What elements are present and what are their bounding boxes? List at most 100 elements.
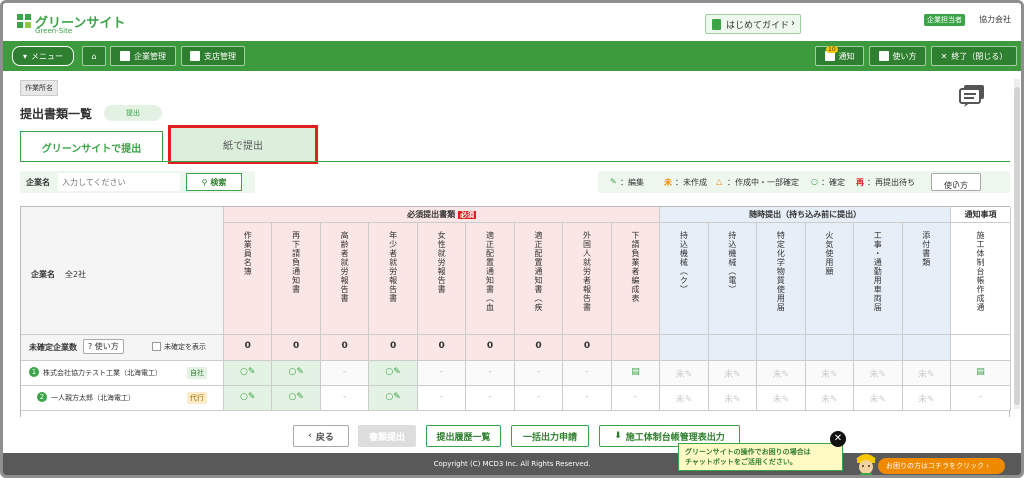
column-header[interactable]: 高齢者就労報告書 xyxy=(320,223,370,335)
status-legend: ✎ ：編集 未 ：未作成 △ ：作成中・一部確定 ○ ：確定 再 ：再提出待ち … xyxy=(598,171,1010,193)
status-cell[interactable]: 未✎ xyxy=(902,361,951,386)
home-button[interactable]: ⌂ xyxy=(82,46,106,66)
column-label: 適正配置通知書（血… xyxy=(485,231,495,311)
status-cell[interactable]: ▤ xyxy=(611,361,661,386)
company-name-link[interactable]: 株式会社協力テスト工業（北海電工） xyxy=(43,368,162,378)
status-cell[interactable]: ○✎ xyxy=(272,361,321,386)
breadcrumb[interactable]: 作業所名 xyxy=(20,80,58,96)
menu-button[interactable]: ▾ メニュー xyxy=(12,46,74,66)
trouble-help-button[interactable]: お困りの方はコチラをクリック › xyxy=(878,458,1005,474)
status-mark: 未✎ xyxy=(675,395,693,405)
unconfirmed-count: 0 xyxy=(293,341,300,351)
show-unconfirmed-checkbox[interactable] xyxy=(152,342,161,351)
column-header[interactable]: 適正配置通知書（血… xyxy=(466,223,515,335)
optional-group-header-label: 随時提出（持ち込み前に提出） xyxy=(749,210,862,219)
status-cell[interactable]: 未✎ xyxy=(660,386,709,411)
column-header[interactable]: 工事・通勤用車両届 xyxy=(854,223,903,335)
submit-button[interactable]: 書類提出 xyxy=(358,425,416,447)
status-cell[interactable]: 未✎ xyxy=(902,386,951,411)
column-header[interactable]: 施工体制台帳作成通知 xyxy=(951,223,1011,335)
column-header[interactable]: 持込機械（ク） xyxy=(660,223,709,335)
company-search-input[interactable] xyxy=(58,173,180,191)
status-cell[interactable]: 未✎ xyxy=(854,361,903,386)
column-header[interactable]: 適正配置通知書（疾… xyxy=(514,223,564,335)
howto-button[interactable]: 使い方 xyxy=(869,46,926,66)
chat-help-bubble[interactable]: グリーンサイトの操作でお困りの場合は チャットボットをご活用ください。 xyxy=(678,443,843,471)
status-cell[interactable]: ▤ xyxy=(951,361,1011,386)
bulk-output-button[interactable]: 一括出力申請 xyxy=(511,425,589,447)
notice-button[interactable]: 10 通知 xyxy=(815,46,864,66)
notice-group-header-label: 通知事項 xyxy=(964,210,997,219)
company-mgmt-button[interactable]: 企業管理 xyxy=(110,46,176,66)
close-bubble-icon[interactable]: ✕ xyxy=(830,431,846,447)
status-cell[interactable]: 未✎ xyxy=(757,386,806,411)
tab-green-site-submit[interactable]: グリーンサイトで提出 xyxy=(20,131,163,162)
status-cell[interactable]: ○✎ xyxy=(369,361,418,386)
column-header[interactable]: 外国人就労者報告書 xyxy=(563,223,612,335)
column-header[interactable]: 下請負業者編成表 xyxy=(611,223,661,335)
howto-label: 使い方 xyxy=(892,51,917,61)
back-button[interactable]: ‹ 戻る xyxy=(293,425,349,447)
column-label: 作業員名簿 xyxy=(243,231,253,276)
scrollbar-thumb[interactable] xyxy=(1014,87,1020,405)
status-cell[interactable]: ○✎ xyxy=(369,386,418,411)
status-cell[interactable]: ○✎ xyxy=(224,361,273,386)
chat-icon[interactable] xyxy=(958,83,986,107)
unconfirmed-count: 0 xyxy=(486,341,494,351)
status-cell[interactable]: ○✎ xyxy=(224,386,273,411)
status-cell[interactable]: 未✎ xyxy=(708,361,758,386)
row-number-icon: 1 xyxy=(29,367,39,377)
tab-paper-submit[interactable]: 紙で提出 xyxy=(168,125,318,164)
history-button[interactable]: 提出履歴一覧 xyxy=(426,425,501,447)
company-name-link[interactable]: 一人親方太郎（北海電工） xyxy=(51,393,135,403)
column-header[interactable]: 火気使用願 xyxy=(805,223,855,335)
search-button[interactable]: ⚲ 検索 xyxy=(186,173,242,191)
search-icon: ⚲ xyxy=(201,177,208,187)
status-cell[interactable]: 未✎ xyxy=(757,361,806,386)
empty-mark: - xyxy=(585,392,589,402)
exit-label: 終了（閉じる） xyxy=(951,51,1008,61)
scrollbar[interactable] xyxy=(1014,79,1020,409)
status-cell[interactable]: 未✎ xyxy=(660,361,709,386)
circle-icon: ○ xyxy=(811,177,818,186)
column-header[interactable]: 女性就労報告書 xyxy=(417,223,467,335)
unconfirmed-count-cell xyxy=(757,335,806,361)
unconfirmed-count-cell: 0 xyxy=(514,335,564,361)
manual-icon xyxy=(878,51,889,61)
status-cell[interactable]: 未✎ xyxy=(805,361,855,386)
branch-mgmt-button[interactable]: 支店管理 xyxy=(181,46,245,66)
column-header[interactable]: 特定化学物質使用届 xyxy=(757,223,806,335)
unconfirmed-help-label: 使い方 xyxy=(94,342,119,351)
book-icon xyxy=(712,19,721,30)
menu-label: メニュー xyxy=(31,51,63,61)
empty-mark: - xyxy=(343,392,347,402)
column-header[interactable]: 作業員名簿 xyxy=(224,223,273,335)
table-row[interactable]: 1 株式会社協力テスト工業（北海電工） 自社 xyxy=(21,361,224,386)
pencil-icon: ✎ xyxy=(610,177,617,186)
column-header[interactable]: 再下請負通知書 xyxy=(272,223,321,335)
status-cell[interactable]: 未✎ xyxy=(854,386,903,411)
unconfirmed-count-cell xyxy=(805,335,855,361)
column-header[interactable]: 持込機械（電） xyxy=(708,223,758,335)
company-tag-badge: 自社 xyxy=(187,367,207,379)
unconfirmed-count-cell xyxy=(611,335,661,361)
column-label: 持込機械（ク） xyxy=(679,231,689,294)
guide-button[interactable]: はじめてガイド › xyxy=(705,14,801,34)
column-header[interactable]: 添付書類 xyxy=(902,223,951,335)
company-mgmt-label: 企業管理 xyxy=(134,51,166,61)
unconfirmed-help-button[interactable]: ? 使い方 xyxy=(83,339,124,354)
status-cell[interactable]: 未✎ xyxy=(708,386,758,411)
status-cell[interactable]: 未✎ xyxy=(805,386,855,411)
exit-button[interactable]: ✕ 終了（閉じる） xyxy=(931,46,1017,66)
column-header[interactable]: 年少者就労報告書 xyxy=(369,223,418,335)
column-label: 工事・通勤用車両届 xyxy=(873,231,883,311)
legend-not-created-mark: 未 xyxy=(664,178,672,187)
status-mark: ○✎ xyxy=(288,392,304,402)
table-row[interactable]: 2 一人親方太郎（北海電工） 代行 xyxy=(21,386,224,411)
legend-confirmed: ：確定 xyxy=(821,178,845,187)
company-filter: 企業名 ⚲ 検索 xyxy=(20,171,255,193)
status-cell: - xyxy=(514,361,564,386)
legend-help-button[interactable]: ? 使い方 xyxy=(931,173,981,191)
status-mark: 未✎ xyxy=(917,395,935,405)
status-cell[interactable]: ○✎ xyxy=(272,386,321,411)
